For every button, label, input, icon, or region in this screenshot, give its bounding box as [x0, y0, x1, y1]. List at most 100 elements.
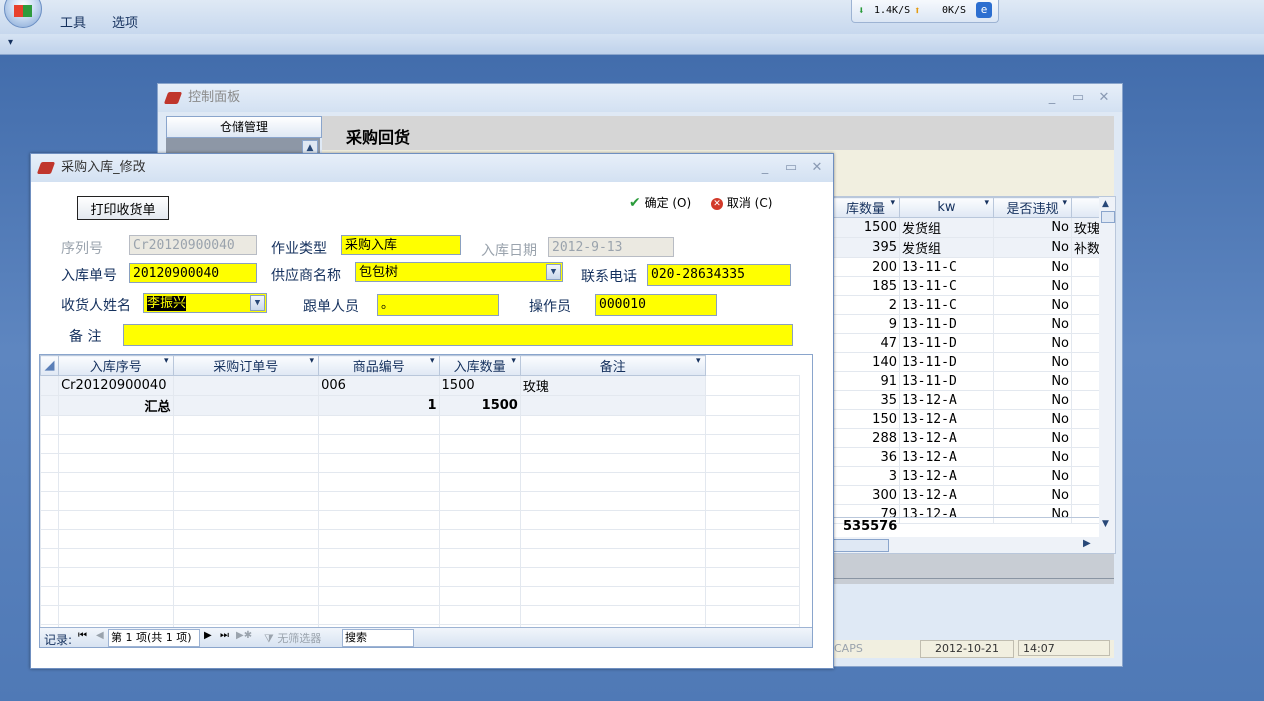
download-speed: 1.4K/S — [874, 5, 911, 16]
qat-dropdown-icon[interactable]: ▾ — [8, 37, 13, 48]
no-filter-button[interactable]: ⧩ 无筛选器 — [264, 630, 321, 646]
vertical-scrollbar[interactable]: ▲ ▼ — [1099, 197, 1115, 537]
scrollbar-thumb[interactable] — [1101, 211, 1115, 223]
menu-tools[interactable]: 工具 — [60, 12, 86, 31]
table-cell — [1071, 333, 1100, 353]
scroll-down-icon[interactable]: ▼ — [1102, 519, 1109, 529]
table-cell: 13-12-A — [899, 409, 994, 429]
ok-button[interactable]: ✔ 确定 (O) — [629, 194, 691, 211]
receiver-dropdown[interactable]: 李振兴 ▼ — [143, 293, 267, 313]
table-row[interactable]: 395 发货组 No 补数 — [831, 237, 1100, 258]
table-row[interactable]: 185 13-11-C No — [831, 276, 1100, 296]
record-position[interactable]: 第 1 项(共 1 项) — [108, 629, 200, 647]
table-cell: 150 — [831, 409, 900, 429]
scroll-right-icon[interactable]: ▶ — [1083, 538, 1091, 549]
first-record-icon[interactable]: ⏮ — [78, 630, 87, 641]
table-row[interactable]: Cr20120900040 006 1500 玫瑰 — [40, 375, 801, 396]
close-icon[interactable]: ✕ — [1094, 84, 1114, 112]
print-receipt-button[interactable]: 打印收货单 — [77, 196, 169, 220]
table-row[interactable]: 3 13-12-A No — [831, 466, 1100, 486]
minimize-icon[interactable]: _ — [755, 154, 775, 182]
table-cell[interactable]: Cr20120900040 — [58, 375, 174, 396]
record-label: 记录: — [44, 633, 73, 647]
next-record-icon[interactable]: ▶ — [204, 630, 212, 641]
table-cell: 13-12-A — [899, 390, 994, 410]
download-arrow-icon: ⬇ — [858, 4, 865, 17]
remark-label: 备 注 — [69, 329, 102, 345]
table-row[interactable]: 140 13-11-D No — [831, 352, 1100, 372]
table-cell: 395 — [831, 237, 900, 258]
table-cell: 13-12-A — [899, 466, 994, 486]
receipt-detail-grid[interactable]: ◢ 入库序号 ▾ 采购订单号 ▾ 商品编号 ▾ 入库数量 ▾ 备注 ▾ Cr2012090… — [39, 354, 813, 648]
goods-grid[interactable]: 库数量 ▾ kw ▾ 是否违规 ▾ 1500 发货组 No 玫瑰 395 发货组 No 补数 200 1… — [830, 196, 1116, 554]
col-header-product-code[interactable]: 商品编号 ▾ — [318, 355, 440, 376]
table-cell — [1071, 314, 1100, 334]
nav-header-storage[interactable]: 仓储管理 — [166, 116, 322, 138]
control-panel-titlebar[interactable]: 控制面板 _ ▭ ✕ — [158, 84, 1122, 112]
phone-field[interactable]: 020-28634335 — [647, 264, 791, 286]
operator-field[interactable]: 000010 — [595, 294, 717, 316]
purchase-receipt-edit-dialog: 采购入库_修改 _ ▭ ✕ 打印收货单 ✔ 确定 (O) ✕ 取消 (C) 序列… — [30, 153, 834, 669]
table-cell: No — [993, 447, 1072, 467]
table-cell[interactable]: 玫瑰 — [519, 375, 706, 396]
maximize-icon[interactable]: ▭ — [1068, 84, 1088, 112]
cancel-button[interactable]: ✕ 取消 (C) — [711, 194, 772, 211]
ie-icon[interactable]: e — [976, 2, 992, 18]
follower-field[interactable]: 。 — [377, 294, 499, 316]
table-cell — [1071, 466, 1100, 486]
select-all-corner[interactable]: ◢ — [40, 355, 60, 376]
phone-label: 联系电话 — [581, 269, 637, 285]
last-record-icon[interactable]: ⏭ — [220, 630, 229, 641]
scroll-up-icon[interactable]: ▲ — [1102, 199, 1109, 209]
table-cell: No — [993, 352, 1072, 372]
row-selector[interactable] — [40, 375, 60, 396]
office-orb-button[interactable] — [4, 0, 42, 28]
new-record-icon[interactable]: ▶✱ — [236, 630, 252, 641]
table-cell: 13-11-D — [899, 371, 994, 391]
maximize-icon[interactable]: ▭ — [781, 154, 801, 182]
table-row[interactable]: 36 13-12-A No — [831, 447, 1100, 467]
table-row[interactable]: 200 13-11-C No — [831, 257, 1100, 277]
supplier-dropdown[interactable]: 包包树 ▼ — [355, 262, 563, 282]
minimize-icon[interactable]: _ — [1042, 84, 1062, 112]
remark-field[interactable] — [123, 324, 793, 346]
table-cell[interactable] — [172, 375, 320, 396]
order-no-label: 入库单号 — [61, 268, 117, 284]
menu-options[interactable]: 选项 — [112, 12, 138, 31]
table-cell — [1071, 257, 1100, 277]
chevron-down-icon[interactable]: ▼ — [250, 295, 265, 311]
status-bar: CAPS 2012-10-21 14:07 — [830, 640, 1114, 658]
empty-row — [40, 434, 801, 454]
table-row[interactable]: 288 13-12-A No — [831, 428, 1100, 448]
op-type-field[interactable]: 采购入库 — [341, 235, 461, 255]
table-row[interactable]: 150 13-12-A No — [831, 409, 1100, 429]
table-row[interactable]: 2 13-11-C No — [831, 295, 1100, 315]
chevron-down-icon[interactable]: ▼ — [546, 264, 561, 280]
col-header-remark[interactable]: 备注 ▾ — [519, 355, 706, 376]
col-header-serial[interactable]: 入库序号 ▾ — [58, 355, 174, 376]
grid-header-kw[interactable]: kw ▾ — [899, 197, 994, 218]
table-row[interactable]: 47 13-11-D No — [831, 333, 1100, 353]
operator-label: 操作员 — [529, 299, 571, 315]
close-icon[interactable]: ✕ — [807, 154, 827, 182]
table-row[interactable]: 35 13-12-A No — [831, 390, 1100, 410]
search-box[interactable]: 搜索 — [342, 629, 414, 647]
table-cell — [1071, 371, 1100, 391]
col-header-po-number[interactable]: 采购订单号 ▾ — [172, 355, 320, 376]
grid-header-qty[interactable]: 库数量 ▾ — [831, 197, 900, 218]
table-row[interactable]: 91 13-11-D No — [831, 371, 1100, 391]
prev-record-icon[interactable]: ◀ — [96, 630, 104, 641]
col-header-qty[interactable]: 入库数量 ▾ — [438, 355, 521, 376]
order-no-field[interactable]: 20120900040 — [129, 263, 257, 283]
table-row[interactable]: 1500 发货组 No 玫瑰 — [831, 217, 1100, 238]
table-cell[interactable]: 006 — [318, 375, 440, 396]
grid-header-violation[interactable]: 是否违规 ▾ — [993, 197, 1072, 218]
horizontal-scrollbar[interactable]: ▶ — [831, 537, 1115, 553]
empty-row — [40, 415, 801, 435]
h-scrollbar-thumb[interactable] — [831, 539, 889, 552]
dialog-titlebar[interactable]: 采购入库_修改 _ ▭ ✕ — [31, 154, 833, 182]
table-row[interactable]: 9 13-11-D No — [831, 314, 1100, 334]
table-row[interactable]: 300 13-12-A No — [831, 485, 1100, 505]
table-cell: No — [993, 371, 1072, 391]
table-cell[interactable]: 1500 — [438, 375, 521, 396]
